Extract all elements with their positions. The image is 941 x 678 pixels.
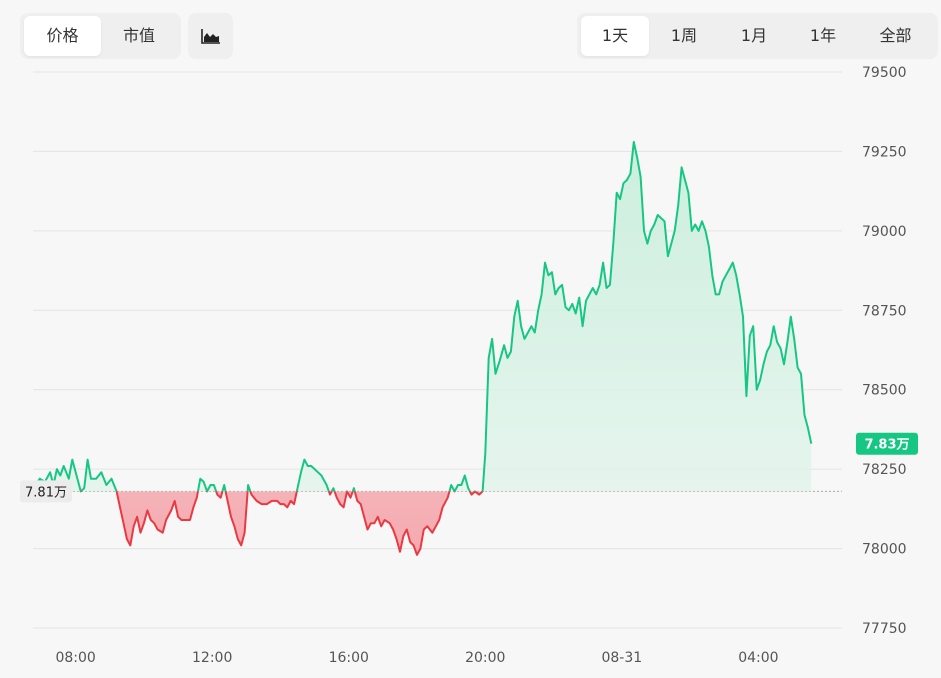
y-tick-label: 79000 [862, 224, 907, 240]
y-tick-label: 77750 [862, 621, 907, 637]
x-tick-label: 16:00 [329, 650, 369, 666]
chart-canvas: 79500 79250 79000 78750 78500 78250 78000 77750… [20, 65, 918, 666]
y-tick-label: 78750 [862, 303, 907, 319]
y-tick-label: 79250 [862, 144, 907, 160]
x-tick-label: 12:00 [192, 650, 232, 666]
baseline-price-label: 7.81万 [25, 485, 67, 500]
y-tick-label: 79500 [862, 65, 907, 81]
price-chart[interactable]: 79500 79250 79000 78750 78500 78250 78000 77750… [0, 0, 941, 674]
x-tick-label: 04:00 [738, 650, 778, 666]
current-price-label: 7.83万 [864, 438, 909, 453]
y-tick-label: 78500 [862, 383, 907, 399]
y-tick-label: 78250 [862, 462, 907, 478]
y-tick-label: 78000 [862, 542, 907, 558]
x-tick-label: 08-31 [601, 650, 642, 666]
x-tick-label: 08:00 [55, 650, 95, 666]
price-area [35, 141, 812, 555]
x-tick-label: 20:00 [465, 650, 505, 666]
